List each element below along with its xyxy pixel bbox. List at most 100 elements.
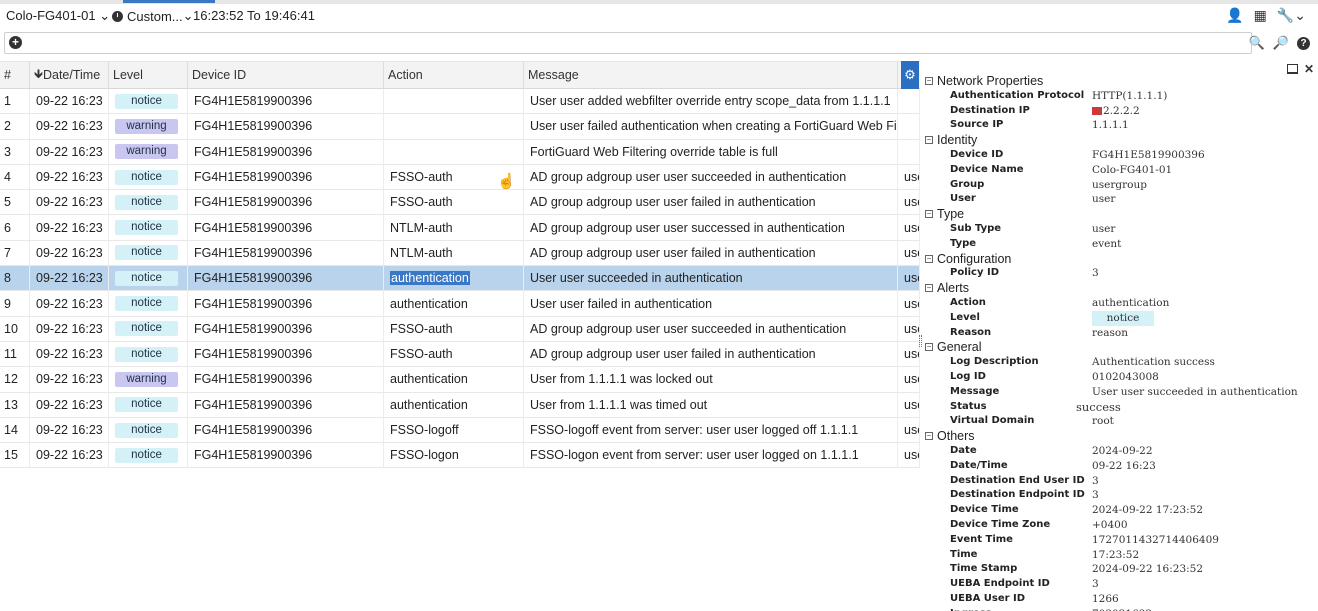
table-row[interactable]: 10 09-22 16:23 notice FG4H1E5819900396 FSSO-… xyxy=(0,316,920,342)
details-property: Destination IP 2.2.2.2 xyxy=(924,104,1318,119)
table-row[interactable]: 5 09-22 16:23 notice FG4H1E5819900396 FSSO-a… xyxy=(0,190,920,216)
cell-action: FSSO-logoff xyxy=(384,417,524,443)
cell-number: 10 xyxy=(0,316,30,341)
column-header-device-id[interactable]: Device ID xyxy=(188,62,384,88)
active-tab-indicator[interactable] xyxy=(123,0,215,3)
help-icon[interactable]: ? xyxy=(1297,36,1310,50)
column-header-number[interactable]: # xyxy=(0,62,30,88)
details-property: Destination End User ID 3 xyxy=(924,474,1318,489)
table-icon[interactable]: ▦ xyxy=(1254,7,1267,24)
details-section-header[interactable]: − Configuration xyxy=(924,252,1318,267)
collapse-icon[interactable]: − xyxy=(925,343,933,352)
cell-level: notice xyxy=(109,341,188,367)
time-preset-selector[interactable]: Custom... ⌄ xyxy=(112,8,194,24)
action-text: FSSO-auth xyxy=(390,195,453,210)
cell-number: 14 xyxy=(0,417,30,443)
cell-action: NTLM-auth xyxy=(384,240,524,266)
property-key: Device Time Zone xyxy=(950,518,1051,530)
search-input[interactable]: + xyxy=(4,32,1252,54)
table-row[interactable]: 11 09-22 16:23 notice FG4H1E5819900396 FSSO-… xyxy=(0,341,920,368)
property-value: reason xyxy=(1092,326,1128,339)
cell-device-id: FG4H1E5819900396 xyxy=(188,240,384,266)
cell-message: AD group adgroup user user failed in aut… xyxy=(524,341,898,367)
table-row[interactable]: 15 09-22 16:23 notice FG4H1E5819900396 FSSO-… xyxy=(0,443,920,469)
maximize-icon[interactable] xyxy=(1286,64,1298,74)
cell-level: notice xyxy=(109,291,188,316)
gear-icon[interactable]: ⚙ xyxy=(901,61,919,89)
collapse-icon[interactable]: − xyxy=(925,210,933,219)
column-header-message[interactable]: Message xyxy=(524,62,898,88)
property-key: User xyxy=(950,193,976,205)
cell-number: 4 xyxy=(0,164,30,190)
column-header-datetime[interactable]: 🡻 Date/Time xyxy=(30,62,109,88)
wrench-icon[interactable]: 🔧⌄ xyxy=(1277,7,1306,24)
action-text: FSSO-logon xyxy=(390,448,459,463)
cell-level: notice xyxy=(109,89,188,114)
property-value: root xyxy=(1092,415,1114,428)
table-row[interactable]: 9 09-22 16:23 notice FG4H1E5819900396 authen… xyxy=(0,291,920,317)
cell-level: notice xyxy=(109,164,188,190)
cell-action: FSSO-auth xyxy=(384,190,524,215)
property-key: Device ID xyxy=(950,148,1004,160)
level-badge: notice xyxy=(115,93,178,109)
cell-message: AD group adgroup user user failed in aut… xyxy=(524,240,898,266)
toolbar-right-actions: 👤 ▦ 🔧⌄ xyxy=(1226,7,1306,24)
add-filter-icon[interactable]: + xyxy=(9,36,22,49)
time-range-label[interactable]: 16:23:52 To 19:46:41 xyxy=(193,8,315,23)
cell-extra xyxy=(898,89,920,114)
search-icon[interactable]: 🔍 xyxy=(1249,35,1265,51)
cell-level: notice xyxy=(109,392,188,417)
details-section-header[interactable]: − Network Properties xyxy=(924,74,1318,89)
collapse-icon[interactable]: − xyxy=(925,284,933,293)
cell-message: AD group adgroup user user successed in … xyxy=(524,215,898,240)
table-row[interactable]: 2 09-22 16:23 warning FG4H1E5819900396 User … xyxy=(0,114,920,140)
table-row[interactable]: 8 09-22 16:23 notice FG4H1E5819900396 authen… xyxy=(0,266,920,292)
cell-message: FSSO-logoff event from server: user user… xyxy=(524,417,898,443)
zoom-icon[interactable]: 🔎 xyxy=(1273,35,1289,51)
details-section-header[interactable]: − Others xyxy=(924,429,1318,444)
level-badge: warning xyxy=(115,371,178,387)
column-header-action[interactable]: Action xyxy=(384,62,524,88)
table-row[interactable]: 1 09-22 16:23 notice FG4H1E5819900396 User u… xyxy=(0,89,920,115)
table-row[interactable]: 4 09-22 16:23 notice FG4H1E5819900396 FSSO-a… xyxy=(0,164,920,191)
cell-message: FortiGuard Web Filtering override table … xyxy=(524,139,898,164)
action-text: NTLM-auth xyxy=(390,245,453,260)
action-text: FSSO-auth xyxy=(390,321,453,336)
property-value: 703021632 xyxy=(1092,607,1152,611)
device-selector-label: Colo-FG401-01 xyxy=(6,8,96,23)
cell-extra: use xyxy=(898,341,920,367)
property-value: 1266 xyxy=(1092,592,1119,605)
table-row[interactable]: 7 09-22 16:23 notice FG4H1E5819900396 NTLM-a… xyxy=(0,240,920,267)
property-key: Message xyxy=(950,385,1000,397)
cell-number: 2 xyxy=(0,114,30,139)
cell-datetime: 09-22 16:23 xyxy=(30,266,109,291)
cell-message: User user added webfilter override entry… xyxy=(524,89,898,114)
device-selector[interactable]: Colo-FG401-01 ⌄ xyxy=(6,8,110,24)
collapse-icon[interactable]: − xyxy=(925,136,933,145)
details-property: Date/Time 09-22 16:23 xyxy=(924,459,1318,474)
column-header-level[interactable]: Level xyxy=(109,62,188,88)
section-title: Alerts xyxy=(937,281,969,296)
table-row[interactable]: 14 09-22 16:23 notice FG4H1E5819900396 FSSO-… xyxy=(0,417,920,444)
collapse-icon[interactable]: − xyxy=(925,432,933,441)
details-property: Type event xyxy=(924,237,1318,252)
cell-device-id: FG4H1E5819900396 xyxy=(188,291,384,316)
cell-action: authentication xyxy=(384,266,524,291)
cell-datetime: 09-22 16:23 xyxy=(30,190,109,215)
table-row[interactable]: 13 09-22 16:23 notice FG4H1E5819900396 authe… xyxy=(0,392,920,418)
table-row[interactable]: 12 09-22 16:23 warning FG4H1E5819900396 auth… xyxy=(0,367,920,393)
details-section-header[interactable]: − Alerts xyxy=(924,281,1318,296)
details-property: Level notice xyxy=(924,310,1318,326)
details-section-header[interactable]: − Identity xyxy=(924,133,1318,148)
details-section-header[interactable]: − Type xyxy=(924,207,1318,222)
collapse-icon[interactable]: − xyxy=(925,77,933,85)
cell-number: 13 xyxy=(0,392,30,417)
property-value: authentication xyxy=(1092,296,1170,309)
collapse-icon[interactable]: − xyxy=(925,254,933,263)
user-filter-icon[interactable]: 👤 xyxy=(1226,7,1243,24)
details-property: Authentication Protocol HTTP(1.1.1.1) xyxy=(924,89,1318,104)
table-row[interactable]: 3 09-22 16:23 warning FG4H1E5819900396 Forti… xyxy=(0,139,920,165)
table-row[interactable]: 6 09-22 16:23 notice FG4H1E5819900396 NTLM-a… xyxy=(0,215,920,241)
property-value: 09-22 16:23 xyxy=(1092,459,1156,472)
details-section-header[interactable]: − General xyxy=(924,340,1318,355)
